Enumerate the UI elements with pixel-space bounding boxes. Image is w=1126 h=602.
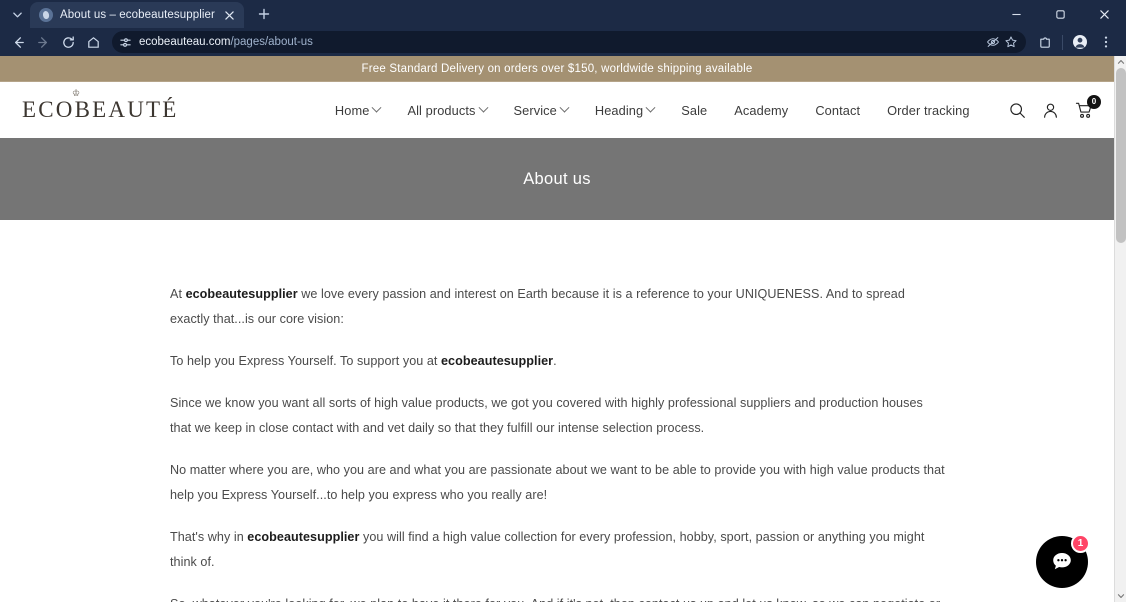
nav-item-contact[interactable]: Contact [815, 103, 860, 118]
tab-title: About us – ecobeautesupplier [60, 9, 215, 21]
brand-name: ecobeautesupplier [247, 530, 360, 544]
toolbar-right-actions [1033, 30, 1118, 54]
profile-avatar-icon[interactable] [1068, 30, 1092, 54]
search-icon[interactable] [1009, 102, 1026, 119]
text-run: So, whatever you're looking for, we plan… [170, 597, 940, 602]
nav-label: Order tracking [887, 102, 970, 118]
paragraph: Since we know you want all sorts of high… [170, 391, 946, 441]
maximize-icon[interactable] [1038, 0, 1082, 28]
address-bar[interactable]: ecobeauteau.com/pages/about-us [112, 31, 1026, 53]
announcement-bar: Free Standard Delivery on orders over $1… [0, 56, 1114, 82]
nav-item-service[interactable]: Service [513, 102, 570, 118]
reload-icon[interactable] [56, 30, 80, 54]
article-body: At ecobeautesupplier we love every passi… [0, 220, 1114, 602]
close-icon[interactable] [1082, 0, 1126, 28]
scrollbar-thumb[interactable] [1116, 68, 1126, 243]
scroll-up-arrow-icon[interactable] [1115, 56, 1126, 68]
nav-label: Academy [734, 102, 789, 118]
cart-count-badge: 0 [1087, 94, 1101, 109]
text-run: . [553, 354, 557, 368]
url-text: ecobeauteau.com/pages/about-us [139, 36, 979, 48]
text-run: No matter where you are, who you are and… [170, 463, 945, 502]
chevron-down-icon [559, 102, 570, 113]
minimize-icon[interactable] [994, 0, 1038, 28]
nav-item-sale[interactable]: Sale [681, 103, 707, 118]
chat-unread-badge: 1 [1071, 534, 1090, 553]
paragraph: To help you Express Yourself. To support… [170, 349, 946, 374]
chevron-down-icon [645, 102, 656, 113]
crown-icon: ♔ [72, 88, 81, 98]
browser-tab[interactable]: About us – ecobeautesupplier [30, 2, 244, 28]
brand-name: ecobeautesupplier [185, 287, 298, 301]
toolbar-divider [1062, 34, 1063, 50]
chat-widget[interactable]: 1 [1036, 534, 1090, 588]
paragraph: So, whatever you're looking for, we plan… [170, 592, 946, 602]
url-path: /pages/about-us [230, 36, 313, 48]
tab-strip: About us – ecobeautesupplier [0, 0, 1126, 28]
nav-item-heading[interactable]: Heading [594, 102, 656, 118]
chevron-down-icon [478, 102, 488, 113]
site-header: ♔ ECOBEAUTÉ Home All products Service He… [0, 82, 1114, 138]
extensions-puzzle-icon[interactable] [1033, 30, 1057, 54]
paragraph: That's why in ecobeautesupplier you will… [170, 525, 946, 575]
browser-toolbar: ecobeauteau.com/pages/about-us [0, 28, 1126, 56]
paragraph: No matter where you are, who you are and… [170, 458, 946, 508]
page-viewport: Free Standard Delivery on orders over $1… [0, 56, 1126, 602]
close-icon[interactable] [222, 7, 238, 23]
nav-item-all-products[interactable]: All products [407, 102, 488, 118]
user-account-icon[interactable] [1042, 102, 1059, 119]
site-settings-icon[interactable] [119, 36, 132, 49]
eye-slash-icon[interactable] [986, 35, 1000, 49]
nav-item-order-tracking[interactable]: Order tracking [887, 103, 969, 118]
browser-window: About us – ecobeautesupplier ecobeauteau… [0, 0, 1126, 602]
paragraph: At ecobeautesupplier we love every passi… [170, 282, 946, 332]
back-arrow-icon[interactable] [6, 30, 30, 54]
new-tab-button[interactable] [251, 1, 277, 27]
text-run: At [170, 287, 186, 301]
scroll-down-arrow-icon[interactable] [1115, 590, 1126, 602]
text-run: To help you Express Yourself. To support… [170, 354, 441, 368]
nav-item-academy[interactable]: Academy [734, 103, 788, 118]
forward-arrow-icon [31, 30, 55, 54]
nav-label: Service [513, 102, 557, 118]
article-content: At ecobeautesupplier we love every passi… [170, 282, 946, 602]
page-scrollbar[interactable] [1114, 56, 1126, 602]
site-logo[interactable]: ♔ ECOBEAUTÉ [22, 89, 179, 123]
nav-label: Home [334, 102, 370, 118]
url-domain: ecobeauteau.com [139, 36, 231, 48]
star-icon[interactable] [1004, 35, 1018, 49]
announcement-text: Free Standard Delivery on orders over $1… [361, 62, 753, 75]
nav-item-home[interactable]: Home [334, 102, 382, 118]
page-hero-banner: About us [0, 138, 1114, 220]
text-run: That's why in [170, 530, 248, 544]
website-content: Free Standard Delivery on orders over $1… [0, 56, 1114, 602]
home-icon[interactable] [81, 30, 105, 54]
shopify-favicon [39, 8, 53, 22]
logo-text: ECOBEAUTÉ [22, 97, 179, 122]
page-title: About us [523, 169, 591, 188]
shopping-cart-icon[interactable]: 0 [1075, 94, 1101, 120]
nav-label: Heading [594, 102, 644, 118]
main-navigation: Home All products Service Heading Sale A… [305, 102, 970, 118]
tab-search-chevron-icon[interactable] [4, 3, 30, 25]
nav-label: Sale [681, 102, 708, 118]
nav-label: Contact [815, 102, 861, 118]
nav-label: All products [407, 102, 476, 118]
text-run: Since we know you want all sorts of high… [170, 396, 923, 435]
chevron-down-icon [371, 102, 382, 113]
brand-name: ecobeautesupplier [441, 354, 554, 368]
header-actions: 0 [1009, 94, 1101, 120]
three-dot-menu-icon[interactable] [1094, 30, 1118, 54]
window-controls [994, 0, 1126, 28]
